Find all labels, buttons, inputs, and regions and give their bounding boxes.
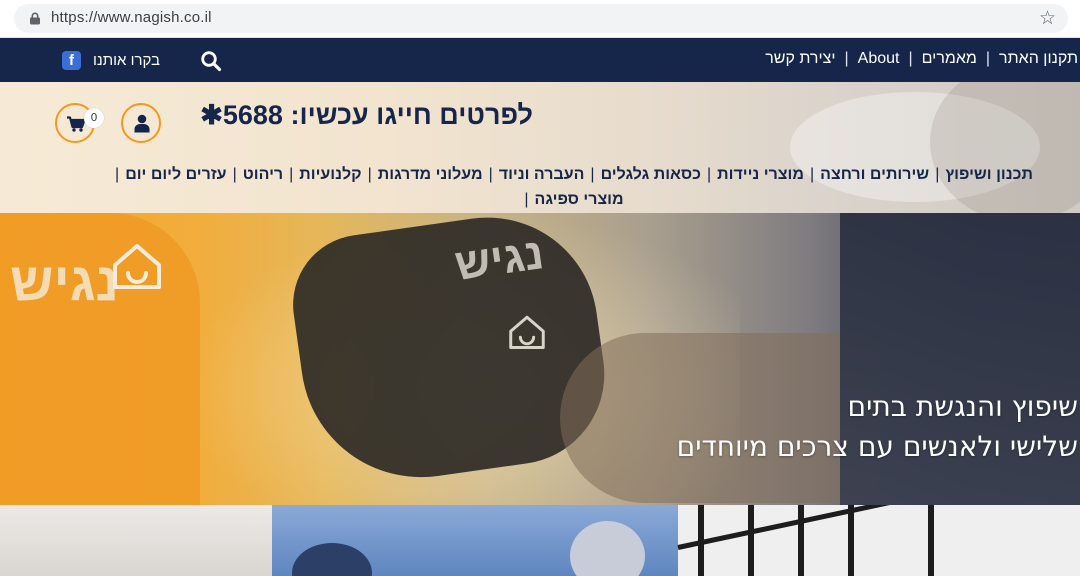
category-mobility[interactable]: מוצרי ניידות bbox=[717, 166, 804, 183]
photo-bedroom[interactable] bbox=[0, 505, 272, 576]
url-field[interactable]: https://www.nagish.co.il ☆ bbox=[14, 4, 1068, 33]
site-header: 0 לפרטים חייגו עכשיו: 5688✱ תכנון ושיפוץ… bbox=[0, 82, 1080, 213]
category-separator: | bbox=[524, 191, 529, 208]
visit-us-label: בקרו אותנו bbox=[93, 51, 161, 69]
category-stairlifts[interactable]: מעלוני מדרגות bbox=[378, 166, 483, 183]
photo-people[interactable] bbox=[272, 505, 678, 576]
category-renovation[interactable]: תכנון ושיפוץ bbox=[945, 166, 1033, 183]
category-nav: תכנון ושיפוץ | שירותים ורחצה | מוצרי ניידות |… bbox=[100, 162, 1042, 212]
photo-stair-rail bbox=[928, 505, 934, 576]
user-account-button[interactable] bbox=[121, 103, 161, 143]
house-logo-icon bbox=[113, 244, 161, 289]
visit-us-link[interactable]: f בקרו אותנו bbox=[62, 49, 160, 71]
category-absorbent[interactable]: מוצרי ספיגה bbox=[535, 191, 624, 208]
category-separator: | bbox=[488, 166, 493, 183]
category-daily-aids[interactable]: עזרים ליום יום bbox=[125, 166, 226, 183]
facebook-icon: f bbox=[62, 50, 81, 70]
cart-icon bbox=[67, 116, 86, 132]
category-separator: | bbox=[232, 166, 237, 183]
user-icon bbox=[134, 114, 150, 133]
photo-person-head bbox=[570, 521, 645, 576]
photo-stair-rail bbox=[848, 505, 854, 576]
photo-person-head bbox=[292, 543, 372, 576]
hero-headline: שיפוץ והנגשת בתים שלישי ולאנשים עם צרכים… bbox=[677, 387, 1078, 467]
nav-separator: | bbox=[985, 50, 991, 67]
cart-count-badge: 0 bbox=[84, 108, 104, 128]
category-bathroom[interactable]: שירותים ורחצה bbox=[820, 166, 929, 183]
featured-photos-strip bbox=[0, 505, 1080, 576]
category-separator: | bbox=[935, 166, 940, 183]
category-scooters[interactable]: קלנועיות bbox=[299, 166, 361, 183]
nav-link-contact[interactable]: יצירת קשר bbox=[765, 50, 835, 67]
category-separator: | bbox=[590, 166, 595, 183]
phone-cta[interactable]: לפרטים חייגו עכשיו: 5688✱ bbox=[193, 100, 533, 131]
lock-icon bbox=[30, 12, 40, 25]
nav-separator: | bbox=[844, 50, 849, 67]
star-icon[interactable]: ☆ bbox=[1039, 7, 1056, 29]
browser-address-bar: https://www.nagish.co.il ☆ bbox=[0, 0, 1080, 38]
photo-stair-rail bbox=[798, 505, 804, 576]
top-nav-bar: תקנון האתר | מאמרים | About | יצירת קשר f בקרו… bbox=[0, 38, 1080, 82]
category-separator: | bbox=[809, 166, 815, 183]
category-separator: | bbox=[367, 166, 372, 183]
photo-stairlift[interactable] bbox=[677, 505, 1080, 576]
nav-link-articles[interactable]: מאמרים bbox=[922, 50, 977, 67]
nav-link-site-terms[interactable]: תקנון האתר bbox=[999, 50, 1078, 67]
hero-headline-line2: שלישי ולאנשים עם צרכים מיוחדים bbox=[676, 430, 1078, 463]
category-separator: | bbox=[706, 166, 712, 183]
nav-link-about[interactable]: About bbox=[858, 50, 900, 67]
house-logo-icon bbox=[509, 315, 545, 349]
category-separator: | bbox=[115, 166, 120, 183]
hero-logo-text: נגיש bbox=[10, 252, 119, 312]
photo-stair-rail bbox=[748, 505, 754, 576]
category-separator: | bbox=[289, 166, 294, 183]
category-wheelchairs[interactable]: כסאות גלגלים bbox=[601, 166, 701, 183]
hero-banner[interactable]: נגיש נגיש שיפוץ והנגשת בתים שלישי ולאנשי… bbox=[0, 213, 1080, 505]
search-icon[interactable] bbox=[200, 50, 222, 72]
url-text: https://www.nagish.co.il bbox=[51, 9, 212, 26]
nav-separator: | bbox=[908, 50, 913, 67]
hero-headline-line1: שיפוץ והנגשת בתים bbox=[847, 390, 1078, 423]
category-transfer[interactable]: העברה וניוד bbox=[499, 166, 585, 183]
top-links: תקנון האתר | מאמרים | About | יצירת קשר bbox=[765, 50, 1078, 68]
category-furniture[interactable]: ריהוט bbox=[243, 166, 283, 183]
